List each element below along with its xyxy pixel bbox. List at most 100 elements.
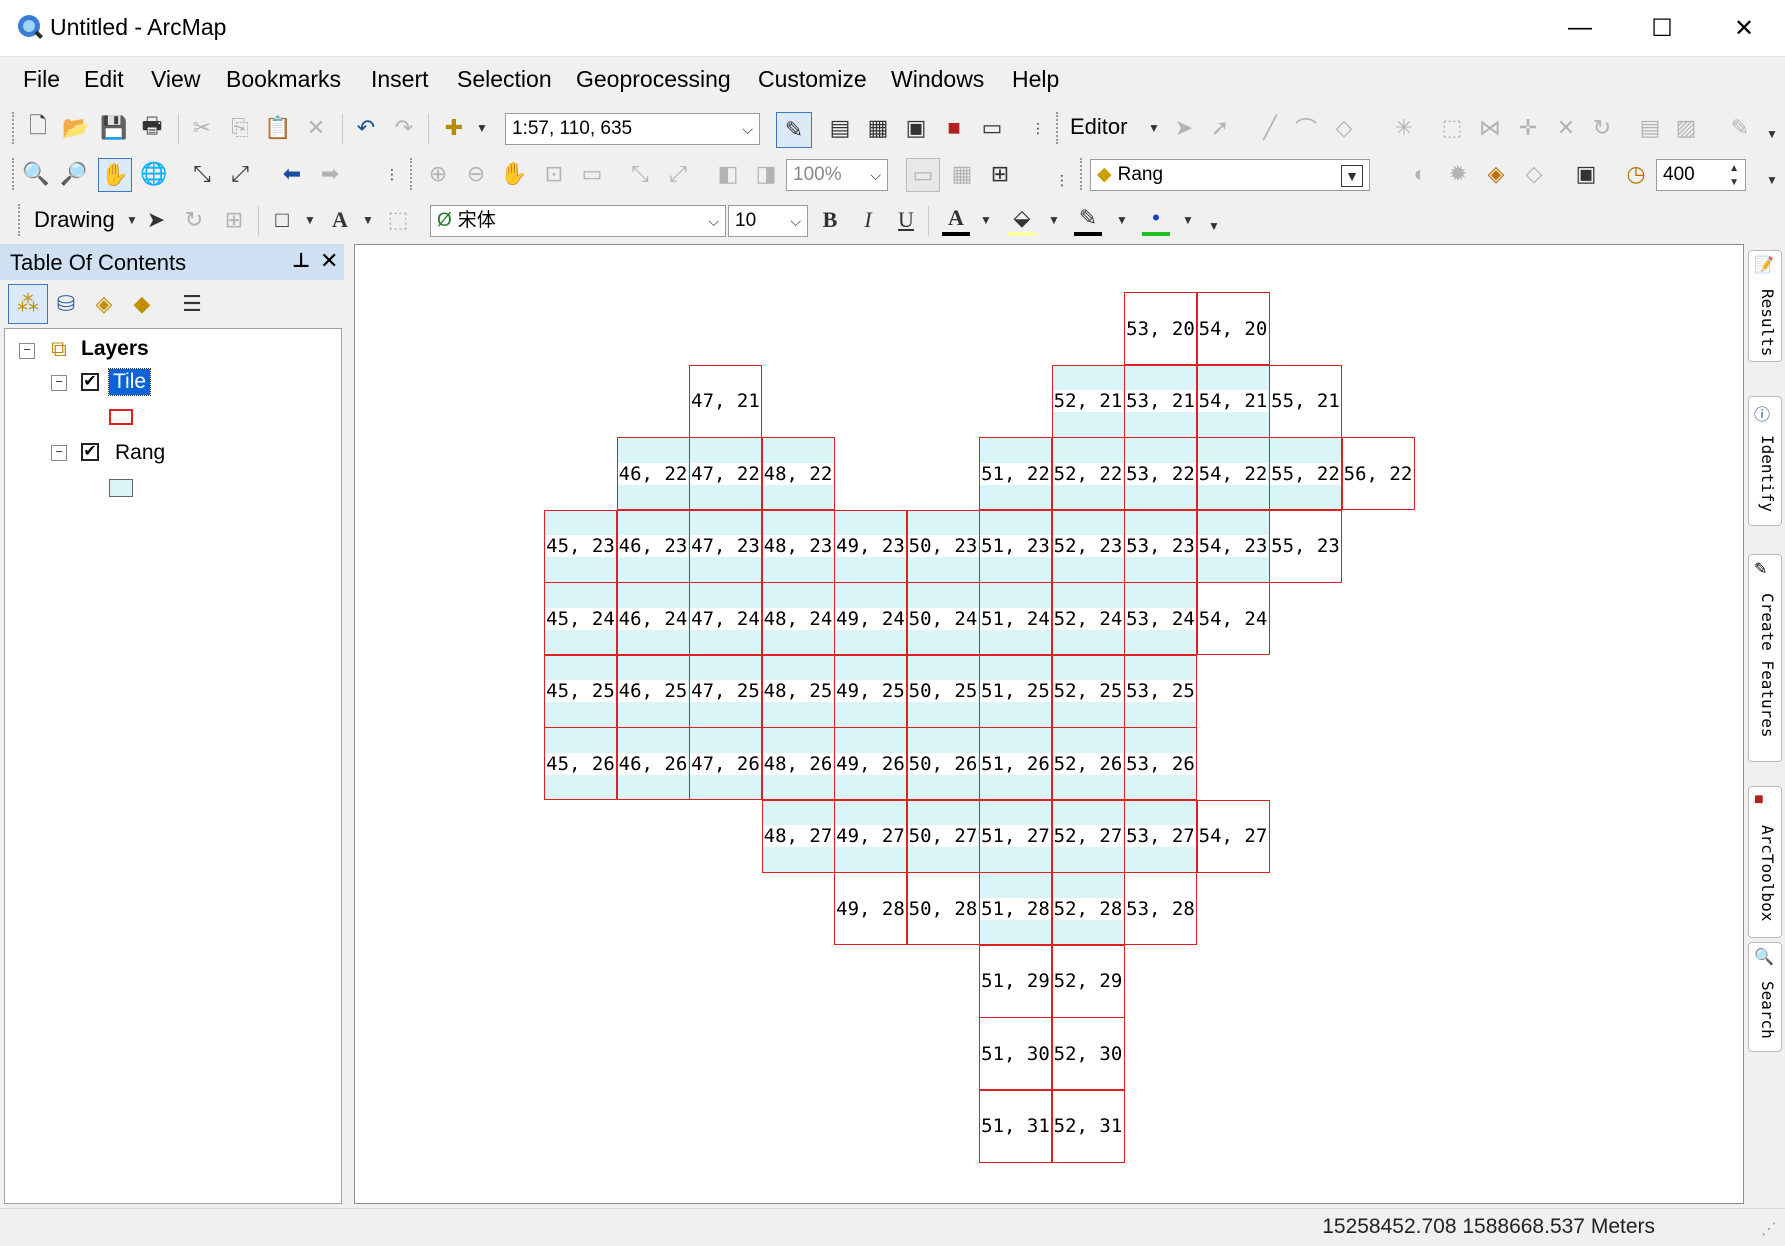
brightness-icon[interactable]: ✹: [1444, 160, 1472, 188]
map-tile[interactable]: 51, 29: [979, 944, 1052, 1018]
map-tile[interactable]: 46, 24: [616, 582, 690, 655]
cut-icon[interactable]: ✂: [188, 114, 216, 142]
map-tile[interactable]: 54, 27: [1196, 799, 1270, 873]
italic-button[interactable]: I: [854, 206, 882, 234]
straight-segment-icon[interactable]: ╱: [1256, 114, 1284, 142]
tile-symbol-swatch[interactable]: [109, 409, 133, 425]
map-tile[interactable]: 50, 25: [906, 654, 980, 728]
map-display[interactable]: 53, 20 54, 20 47, 21 52, 21 53, 21 54, 21 55, …: [354, 244, 1744, 1204]
map-tile[interactable]: 49, 26: [834, 727, 907, 800]
layout-back-icon[interactable]: ◧: [714, 160, 742, 188]
swipe-icon[interactable]: ◇: [1520, 160, 1548, 188]
marker-color-dropdown-icon[interactable]: ▼: [1174, 206, 1202, 234]
resize-grip-icon[interactable]: ⋰: [1761, 1219, 1777, 1239]
font-size-combo[interactable]: 10 ⌵: [728, 205, 808, 237]
full-extent-globe-icon[interactable]: 🌐: [140, 160, 168, 188]
menu-file[interactable]: File: [23, 66, 60, 93]
menu-geoprocessing[interactable]: Geoprocessing: [576, 66, 731, 93]
reshape-icon[interactable]: ⬚: [1438, 114, 1466, 142]
layout-zoom-out-icon[interactable]: ⊖: [462, 160, 490, 188]
text-dropdown-icon[interactable]: ▼: [354, 206, 382, 234]
undo-icon[interactable]: ↶: [352, 114, 380, 142]
toolbar-grip[interactable]: [18, 204, 24, 236]
layout-fixed-zoom-in-icon[interactable]: ⤡: [626, 160, 654, 188]
menu-customize[interactable]: Customize: [758, 66, 867, 93]
map-tile[interactable]: 52, 25: [1051, 654, 1125, 728]
map-tile[interactable]: 49, 28: [834, 872, 907, 945]
map-tile[interactable]: 46, 25: [616, 654, 690, 728]
map-tile[interactable]: 51, 25: [979, 654, 1052, 728]
map-tile[interactable]: 46, 22: [616, 437, 690, 510]
new-document-icon[interactable]: 🗋: [24, 113, 52, 142]
menu-insert[interactable]: Insert: [371, 66, 429, 93]
editor-menu[interactable]: Editor: [1070, 114, 1127, 140]
map-tile[interactable]: 52, 22: [1051, 437, 1125, 510]
forward-arrow-icon[interactable]: ➡: [316, 160, 344, 188]
split-icon[interactable]: ✛: [1514, 114, 1542, 142]
map-tile[interactable]: 47, 25: [689, 654, 762, 728]
bold-button[interactable]: B: [816, 206, 844, 234]
map-tile[interactable]: 47, 21: [689, 364, 762, 438]
fill-color-icon[interactable]: ⬙: [1008, 204, 1036, 236]
menu-edit[interactable]: Edit: [84, 66, 124, 93]
map-tile[interactable]: 51, 27: [979, 799, 1052, 873]
font-combo[interactable]: Ø 宋体 ⌵: [430, 205, 726, 237]
map-tile[interactable]: 54, 22: [1196, 437, 1270, 510]
map-tile[interactable]: 52, 31: [1051, 1089, 1125, 1163]
zoom-in-icon[interactable]: 🔍: [22, 160, 50, 188]
map-tile[interactable]: 49, 23: [834, 509, 907, 583]
list-by-visibility-icon[interactable]: ◈: [90, 290, 118, 318]
edit-tool-icon[interactable]: ➤: [1170, 114, 1198, 142]
map-tile[interactable]: 55, 22: [1269, 437, 1342, 510]
layer-combo[interactable]: ◆ Rang ▼: [1090, 159, 1370, 191]
zoom-out-icon[interactable]: 🔎: [60, 160, 88, 188]
toolbar-grip[interactable]: [410, 158, 416, 190]
transparency-icon[interactable]: ◈: [1482, 160, 1510, 188]
menu-windows[interactable]: Windows: [891, 66, 984, 93]
delete-icon[interactable]: ✕: [302, 114, 330, 142]
map-tile[interactable]: 55, 23: [1269, 509, 1342, 583]
menu-help[interactable]: Help: [1012, 66, 1059, 93]
arctoolbox-tab[interactable]: ■ ArcToolbox: [1748, 786, 1782, 938]
toolbar-grip[interactable]: [1056, 112, 1062, 144]
new-text-icon[interactable]: A: [326, 206, 354, 234]
map-tile[interactable]: 50, 27: [906, 799, 980, 873]
table-icon[interactable]: ▤: [826, 114, 854, 142]
toggle-draft-mode-icon[interactable]: ▭: [906, 158, 940, 192]
map-tile[interactable]: 53, 25: [1124, 654, 1197, 728]
pan-hand-icon[interactable]: ✋: [98, 158, 132, 192]
open-folder-icon[interactable]: 📂: [62, 114, 90, 142]
zoom-whole-page-icon[interactable]: ⊡: [540, 160, 568, 188]
layers-root-label[interactable]: Layers: [81, 337, 149, 361]
layout-fixed-zoom-out-icon[interactable]: ⤢: [664, 160, 692, 188]
construction-tools-icon[interactable]: ◇: [1330, 114, 1358, 142]
map-tile[interactable]: 51, 30: [979, 1017, 1052, 1090]
fixed-zoom-out-icon[interactable]: ⤢: [226, 160, 254, 188]
map-tile[interactable]: 54, 20: [1196, 292, 1270, 365]
map-tile[interactable]: 45, 23: [544, 509, 617, 583]
save-icon[interactable]: 💾: [100, 114, 128, 142]
flicker-rate-input[interactable]: 400 ▲ ▼: [1656, 159, 1746, 191]
toc-close-button[interactable]: ✕: [320, 248, 338, 274]
menu-selection[interactable]: Selection: [457, 66, 552, 93]
map-tile[interactable]: 47, 23: [689, 509, 762, 583]
map-tile[interactable]: 51, 24: [979, 582, 1052, 655]
menu-view[interactable]: View: [151, 66, 200, 93]
add-data-icon[interactable]: ✚: [440, 114, 468, 142]
map-tile[interactable]: 48, 23: [761, 509, 835, 583]
arctoolbox-icon[interactable]: ■: [940, 114, 968, 142]
line-color-dropdown-icon[interactable]: ▼: [1108, 206, 1136, 234]
map-tile[interactable]: 47, 24: [689, 582, 762, 655]
rectangle-dropdown-icon[interactable]: ▼: [296, 206, 324, 234]
map-tile[interactable]: 50, 26: [906, 727, 980, 800]
tile-visibility-checkbox[interactable]: ✔: [81, 373, 99, 391]
map-tile[interactable]: 51, 22: [979, 437, 1052, 510]
pin-icon[interactable]: ⊥: [292, 248, 310, 273]
collapse-tile-icon[interactable]: −: [51, 375, 67, 391]
rotate-icon[interactable]: ✕: [1552, 114, 1580, 142]
identify-tab[interactable]: ⓘ Identify: [1748, 396, 1782, 526]
toolbar-grip[interactable]: [12, 158, 18, 190]
toolbar-grip[interactable]: [12, 112, 18, 144]
layout-zoom-in-icon[interactable]: ⊕: [424, 160, 452, 188]
rang-symbol-swatch[interactable]: [109, 479, 133, 497]
